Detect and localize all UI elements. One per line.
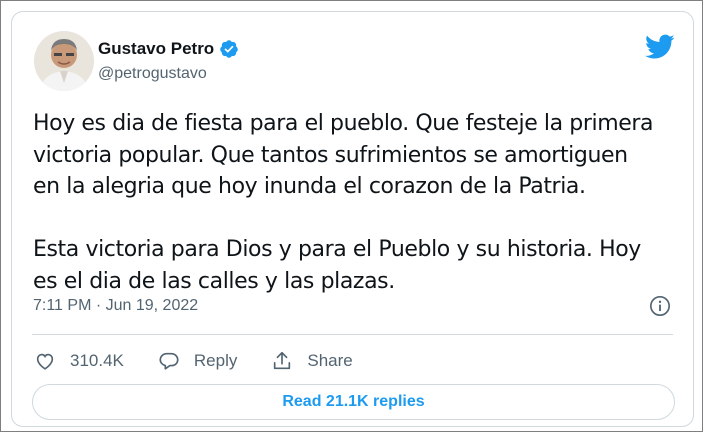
avatar[interactable] [34,31,94,91]
share-button[interactable]: Share [271,350,353,372]
screenshot-frame: Gustavo Petro @petrogustavo Hoy es dia d… [0,0,703,432]
tweet-line: victoria popular. Que tantos sufrimiento… [33,142,628,168]
like-button[interactable]: 310.4K [34,350,124,372]
action-bar: 310.4K Reply Share [34,346,387,376]
info-icon[interactable] [649,295,671,317]
read-replies-button[interactable]: Read 21.1K replies [32,384,675,420]
author-name[interactable]: Gustavo Petro [98,39,239,59]
divider [32,334,673,335]
heart-icon [36,353,54,370]
author-name-text[interactable]: Gustavo Petro [98,39,214,59]
tweet-card: Gustavo Petro @petrogustavo Hoy es dia d… [11,11,694,427]
tweet-text: Hoy es dia de fiesta para el pueblo. Que… [33,108,683,297]
verified-badge-icon [219,39,239,59]
reply-label: Reply [193,351,238,370]
tweet-line: Hoy es dia de fiesta para el pueblo. Que… [33,111,654,136]
tweet-line: es el dia de las calles y las plazas. [33,268,395,294]
tweet-line: Esta victoria para Dios y para el Pueblo… [33,237,641,262]
like-count: 310.4K [70,351,124,370]
tweet-timestamp[interactable]: 7:11 PM · Jun 19, 2022 [33,297,198,315]
author-handle[interactable]: @petrogustavo [98,65,207,83]
reply-button[interactable]: Reply [158,350,237,372]
tweet-line: en la alegria que hoy inunda el corazon … [33,174,586,199]
share-label: Share [307,351,353,370]
twitter-bird-icon[interactable] [645,34,675,60]
reply-icon [159,352,179,370]
share-icon [274,351,291,370]
